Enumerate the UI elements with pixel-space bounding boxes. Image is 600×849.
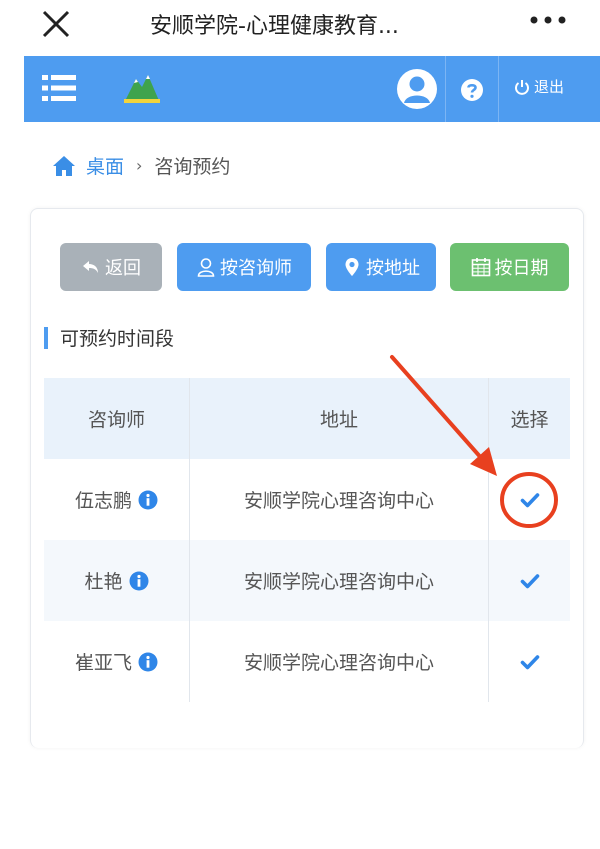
address-cell: 安顺学院心理咨询中心 [190, 459, 489, 540]
counselor-name: 杜艳 [84, 571, 123, 593]
select-cell [489, 621, 570, 702]
power-icon [515, 79, 529, 95]
table-row: 伍志鹏 安顺学院心理咨询中心 [44, 459, 570, 540]
by-date-label: 按日期 [494, 258, 549, 279]
by-address-label: 按地址 [366, 258, 420, 279]
column-header-select: 选择 [510, 409, 549, 431]
select-cell [489, 459, 570, 540]
select-cell [489, 540, 570, 621]
page-title: 安顺学院-心理健康教育... [150, 14, 399, 39]
breadcrumb-current: 咨询预约 [154, 156, 231, 178]
map-marker-icon [345, 258, 359, 276]
by-counselor-label: 按咨询师 [220, 258, 292, 279]
section-heading: 可预约时间段 [44, 324, 174, 351]
section-title: 可预约时间段 [60, 328, 175, 350]
header-divider [445, 56, 446, 122]
table-header-row: 咨询师 地址 选择 [44, 378, 570, 459]
close-icon[interactable] [38, 4, 74, 44]
breadcrumb: 桌面 › 咨询预约 [52, 152, 230, 179]
address-cell: 安顺学院心理咨询中心 [190, 621, 489, 702]
logo-icon[interactable] [122, 69, 162, 107]
breadcrumb-separator: › [136, 156, 143, 175]
by-counselor-button[interactable]: 按咨询师 [177, 243, 311, 291]
avatar-icon[interactable] [396, 68, 438, 110]
logout-button[interactable]: 退出 [514, 76, 564, 97]
by-date-button[interactable]: 按日期 [450, 243, 569, 291]
help-icon[interactable] [460, 78, 484, 102]
column-header-address: 地址 [190, 378, 489, 459]
by-address-button[interactable]: 按地址 [326, 243, 436, 291]
breadcrumb-home-link[interactable]: 桌面 [86, 152, 124, 179]
menu-icon[interactable] [42, 74, 76, 102]
more-icon[interactable] [528, 14, 568, 26]
back-button-label: 返回 [105, 258, 141, 279]
counselor-name: 崔亚飞 [74, 652, 132, 674]
counselor-cell: 伍志鹏 [44, 459, 190, 540]
info-icon[interactable] [138, 652, 158, 672]
table-row: 崔亚飞 安顺学院心理咨询中心 [44, 621, 570, 702]
check-icon[interactable] [520, 490, 540, 510]
info-icon[interactable] [129, 571, 149, 591]
home-icon[interactable] [52, 155, 76, 177]
table-row: 杜艳 安顺学院心理咨询中心 [44, 540, 570, 621]
address-cell: 安顺学院心理咨询中心 [190, 540, 489, 621]
schedule-table: 咨询师 地址 选择 伍志鹏 安顺学院心理咨询中心 杜艳 安顺学院心理咨询中心 崔… [44, 378, 570, 702]
calendar-icon [471, 258, 490, 277]
section-accent-bar [44, 326, 48, 349]
app-header: 退出 [24, 56, 600, 122]
counselor-cell: 杜艳 [44, 540, 190, 621]
logout-label: 退出 [534, 78, 565, 96]
info-icon[interactable] [138, 490, 158, 510]
column-header-counselor: 咨询师 [44, 378, 190, 459]
back-button[interactable]: 返回 [60, 243, 162, 291]
check-icon[interactable] [520, 652, 540, 672]
user-icon [197, 258, 215, 277]
webview-topbar: 安顺学院-心理健康教育... [0, 0, 600, 56]
counselor-name: 伍志鹏 [74, 490, 132, 512]
check-icon[interactable] [520, 571, 540, 591]
reply-icon [83, 261, 98, 273]
header-divider [498, 56, 499, 122]
counselor-cell: 崔亚飞 [44, 621, 190, 702]
